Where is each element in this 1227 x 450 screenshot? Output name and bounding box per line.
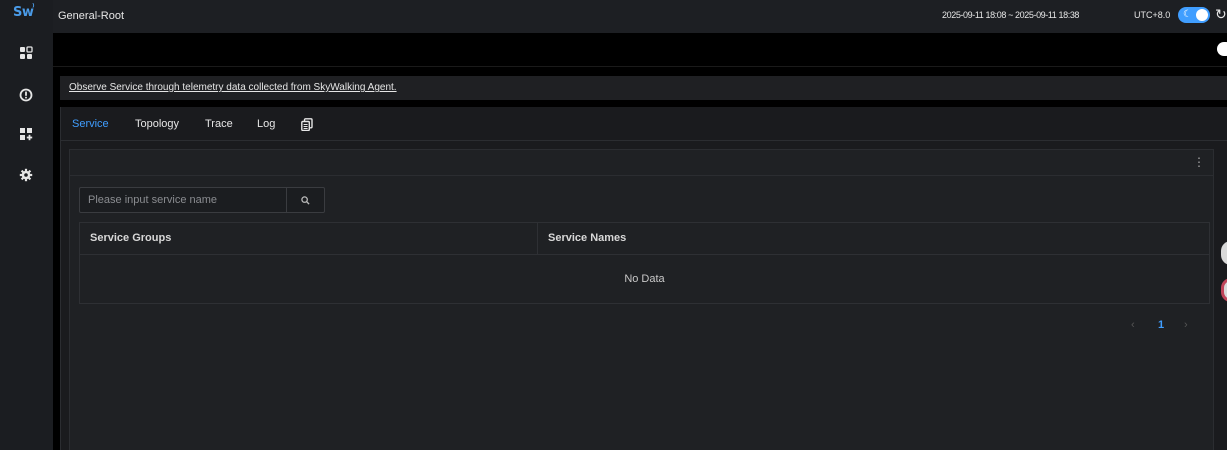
dashboard-toolbar (53, 33, 1227, 67)
theme-toggle[interactable]: ☾ (1178, 7, 1210, 23)
description-link[interactable]: Observe Service through telemetry data c… (69, 82, 397, 93)
toggle-knob (1196, 9, 1208, 21)
app-logo[interactable]: Sw ⁾ (13, 3, 35, 20)
top-header: General-Root 2025-09-11 18:08 ~ 2025-09-… (53, 0, 1227, 33)
sidebar: Sw ⁾ (0, 0, 53, 450)
pagination-page[interactable]: 1 (1158, 319, 1164, 331)
dashboard-description: Observe Service through telemetry data c… (60, 76, 1227, 100)
column-header-service-names: Service Names (548, 232, 627, 244)
moon-icon: ☾ (1183, 9, 1192, 20)
tab-service[interactable]: Service (72, 118, 109, 130)
edit-mode-toggle[interactable] (1217, 42, 1227, 56)
service-search (79, 187, 325, 213)
page-title: General-Root (58, 10, 125, 22)
refresh-icon[interactable]: ↻ (1215, 6, 1227, 23)
add-widget-icon[interactable] (18, 126, 34, 142)
time-range-picker[interactable]: 2025-09-11 18:08 ~ 2025-09-11 18:38 (942, 10, 1079, 20)
column-header-service-groups: Service Groups (80, 223, 538, 254)
tab-trace[interactable]: Trace (205, 118, 233, 130)
main-panel: Service Topology Trace Log ⋮ Service Gro… (60, 107, 1227, 450)
tab-log[interactable]: Log (257, 118, 275, 130)
search-button[interactable] (286, 188, 324, 212)
service-table: Service Groups Service Names No Data (79, 222, 1210, 304)
empty-state: No Data (624, 273, 665, 285)
service-list-widget: ⋮ Service Groups Service Names No Data ‹… (69, 149, 1214, 450)
pagination-next[interactable]: › (1184, 319, 1188, 331)
timezone-label[interactable]: UTC+8.0 (1134, 10, 1170, 20)
pagination-prev[interactable]: ‹ (1131, 319, 1135, 331)
settings-icon[interactable] (18, 167, 34, 183)
dashboard-icon[interactable] (18, 45, 34, 61)
search-input[interactable] (80, 188, 287, 212)
more-options-icon[interactable]: ⋮ (1193, 156, 1205, 168)
alert-icon[interactable] (18, 87, 34, 103)
table-header-row: Service Groups Service Names (80, 223, 1209, 255)
copy-icon[interactable] (301, 118, 313, 132)
tab-bar: Service Topology Trace Log (61, 107, 1227, 141)
widget-header: ⋮ (70, 150, 1213, 176)
search-icon (301, 195, 310, 205)
tab-topology[interactable]: Topology (135, 118, 179, 130)
